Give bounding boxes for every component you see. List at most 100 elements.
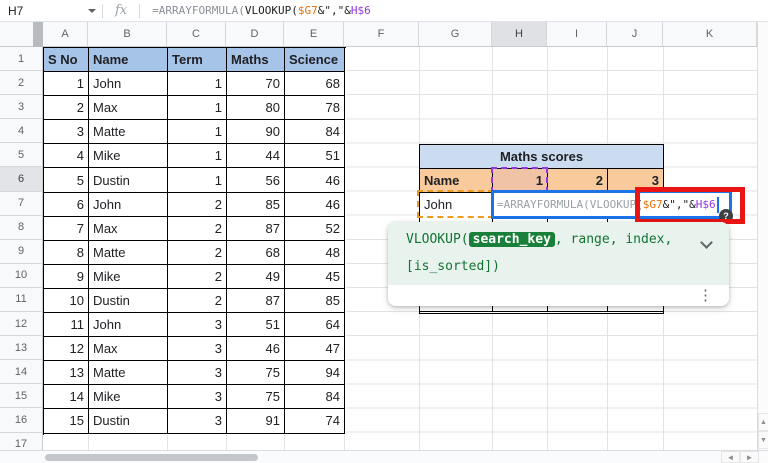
table-cell[interactable]: 44 — [227, 144, 285, 169]
table-cell[interactable]: 78 — [285, 96, 345, 121]
horizontal-scrollbar[interactable]: ◄ ► — [0, 450, 768, 463]
row-header-11[interactable]: 11 — [0, 288, 42, 313]
table-cell[interactable]: Matte — [89, 120, 168, 145]
column-header-k[interactable]: K — [663, 22, 757, 46]
row-header-14[interactable]: 14 — [0, 360, 42, 385]
table-cell[interactable]: 2 — [168, 192, 227, 217]
column-header-a[interactable]: A — [43, 22, 88, 46]
table-cell[interactable]: 51 — [227, 313, 285, 338]
table-cell[interactable]: 3 — [168, 409, 227, 434]
row-header-15[interactable]: 15 — [0, 384, 42, 409]
table-cell[interactable]: 87 — [227, 288, 285, 314]
table-cell[interactable]: 3 — [168, 361, 227, 386]
table-cell[interactable]: 80 — [227, 96, 285, 121]
table-cell[interactable]: 68 — [285, 72, 345, 97]
table-cell[interactable]: 9 — [44, 264, 89, 289]
table-cell[interactable]: 46 — [285, 192, 345, 217]
table-cell[interactable]: 7 — [44, 216, 89, 241]
table-cell[interactable]: 75 — [227, 361, 285, 386]
table-cell[interactable]: Max — [89, 337, 168, 362]
column-header-f[interactable]: F — [344, 22, 419, 46]
scroll-right-icon[interactable]: ► — [740, 451, 759, 463]
row-header-10[interactable]: 10 — [0, 264, 42, 288]
table-cell[interactable]: Mike — [89, 144, 168, 169]
table-cell[interactable]: 85 — [227, 192, 285, 217]
row-header-16[interactable]: 16 — [0, 408, 42, 433]
table-cell[interactable]: 8 — [44, 240, 89, 265]
formula-input[interactable]: =ARRAYFORMULA(VLOOKUP($G7&","&H$6 — [152, 4, 371, 17]
table-cell[interactable]: 13 — [44, 361, 89, 386]
table-cell[interactable]: 1 — [44, 72, 89, 97]
table-cell[interactable]: 3 — [168, 313, 227, 338]
table-cell[interactable]: Max — [89, 96, 168, 121]
table-cell[interactable]: 84 — [285, 120, 345, 145]
table-header-cell[interactable]: Maths — [227, 48, 285, 73]
kebab-menu-icon[interactable]: ⋮ — [698, 286, 713, 304]
table-cell[interactable]: 5 — [44, 168, 89, 193]
table-cell[interactable]: 3 — [168, 337, 227, 362]
table-cell[interactable]: 90 — [227, 120, 285, 145]
table-cell[interactable]: 3 — [44, 120, 89, 145]
row-header-9[interactable]: 9 — [0, 240, 42, 264]
column-header-c[interactable]: C — [167, 22, 226, 46]
table-cell[interactable]: 75 — [227, 385, 285, 410]
column-header-g[interactable]: G — [419, 22, 492, 46]
row-header-8[interactable]: 8 — [0, 216, 42, 240]
table-cell[interactable]: Dustin — [89, 409, 168, 434]
table-cell[interactable]: 14 — [44, 385, 89, 410]
row-header-7[interactable]: 7 — [0, 192, 42, 216]
table-cell[interactable]: 1 — [168, 120, 227, 145]
table-cell[interactable]: 6 — [44, 192, 89, 217]
table-cell[interactable]: 2 — [168, 288, 227, 314]
table-header-cell[interactable]: Term — [168, 48, 227, 73]
table-cell[interactable]: 45 — [285, 264, 345, 289]
row-header-2[interactable]: 2 — [0, 71, 42, 96]
row-header-1[interactable]: 1 — [0, 47, 42, 72]
column-header-h[interactable]: H — [492, 22, 547, 46]
table-cell[interactable]: 1 — [168, 72, 227, 97]
table-cell[interactable]: 64 — [285, 313, 345, 338]
table-cell[interactable]: 3 — [168, 385, 227, 410]
table-cell[interactable]: 84 — [285, 385, 345, 410]
table-cell[interactable]: Matte — [89, 361, 168, 386]
table-cell[interactable]: 2 — [44, 96, 89, 121]
row-header-13[interactable]: 13 — [0, 336, 42, 361]
table-cell[interactable]: Mike — [89, 385, 168, 410]
scroll-up-icon[interactable]: ▲ — [758, 413, 768, 431]
table-cell[interactable]: 91 — [227, 409, 285, 434]
table-cell[interactable]: 56 — [227, 168, 285, 193]
table-cell[interactable]: 15 — [44, 409, 89, 434]
table-cell[interactable]: 46 — [227, 337, 285, 362]
table-header-cell[interactable]: Science — [285, 48, 345, 73]
table-cell[interactable]: 11 — [44, 313, 89, 338]
name-box-chevron-icon[interactable] — [88, 8, 96, 13]
table-cell[interactable]: 87 — [227, 216, 285, 241]
table-cell[interactable]: 2 — [168, 264, 227, 289]
table-cell[interactable]: 52 — [285, 216, 345, 241]
row-header-6[interactable]: 6 — [0, 167, 42, 192]
row-header-3[interactable]: 3 — [0, 95, 42, 120]
table-cell[interactable]: Max — [89, 216, 168, 241]
row-header-17[interactable]: 17 — [0, 433, 42, 450]
table-cell[interactable]: 85 — [285, 288, 345, 314]
table-cell[interactable]: Matte — [89, 240, 168, 265]
table-cell[interactable]: 1 — [168, 144, 227, 169]
table-cell[interactable]: 49 — [227, 264, 285, 289]
table-cell[interactable]: 10 — [44, 288, 89, 314]
column-header-j[interactable]: J — [607, 22, 663, 46]
table-cell[interactable]: 2 — [168, 240, 227, 265]
column-header-i[interactable]: I — [547, 22, 607, 46]
table-cell[interactable]: 48 — [285, 240, 345, 265]
table-cell[interactable]: John — [89, 72, 168, 97]
table-header-cell[interactable]: S No — [44, 48, 89, 73]
table-cell[interactable]: 46 — [285, 168, 345, 193]
column-header-d[interactable]: D — [226, 22, 284, 46]
scrollbar-thumb[interactable] — [45, 454, 258, 461]
name-box[interactable]: H7 — [0, 0, 86, 22]
table-cell[interactable]: 12 — [44, 337, 89, 362]
table-cell[interactable]: John — [89, 192, 168, 217]
table-cell[interactable]: 74 — [285, 409, 345, 434]
table-cell[interactable]: 1 — [168, 168, 227, 193]
row-header-4[interactable]: 4 — [0, 119, 42, 144]
table-cell[interactable]: John — [89, 313, 168, 338]
